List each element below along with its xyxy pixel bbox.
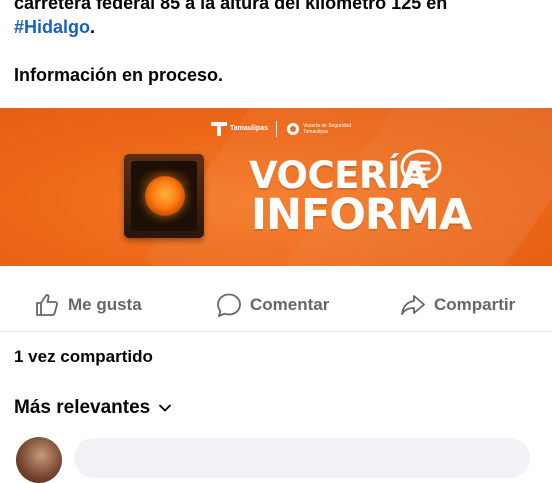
share-label: Compartir [434,295,516,314]
post-text: carretera federal 85 a la altura del kil… [14,0,544,87]
chevron-down-icon [159,404,172,412]
share-arrow-icon [401,295,425,315]
avatar[interactable] [16,437,62,483]
like-button[interactable]: Me gusta [34,292,142,318]
thumbs-up-icon [36,294,59,316]
comment-preview[interactable] [74,438,530,478]
comment-label: Comentar [250,295,330,314]
post-text-punctuation: . [90,17,96,37]
hashtag-link[interactable]: #Hidalgo [14,17,90,37]
post-image-banner[interactable]: Tamaulipas Vocería de Seguridad Tamaulip… [0,108,552,266]
speech-bubble-icon [217,293,241,317]
like-label: Me gusta [68,295,142,314]
post-action-bar: Me gusta Comentar Compartir [0,281,552,332]
chat-bubble-icon [400,149,442,188]
comment-button[interactable]: Comentar [216,292,329,318]
post-text-line: carretera federal 85 a la altura del kil… [14,0,448,13]
traffic-light-icon [124,154,204,238]
voceria-badge-icon [287,123,299,135]
voceria-logo-text: Vocería de Seguridad Tamaulipas [303,123,352,135]
tamaulipas-logo-icon [211,122,227,136]
banner-logos: Tamaulipas Vocería de Seguridad Tamaulip… [211,119,361,139]
comment-sort-label: Más relevantes [14,397,151,418]
comment-sort-dropdown[interactable]: Más relevantes [14,397,172,419]
share-button[interactable]: Compartir [400,292,515,318]
shares-count[interactable]: 1 vez compartido [14,347,153,367]
tamaulipas-logo-text: Tamaulipas [230,125,268,132]
banner-title-line2: INFORMA [251,190,472,240]
post-text-line: #Hidalgo. [14,15,544,39]
post-text-line: Información en proceso. [14,65,224,85]
